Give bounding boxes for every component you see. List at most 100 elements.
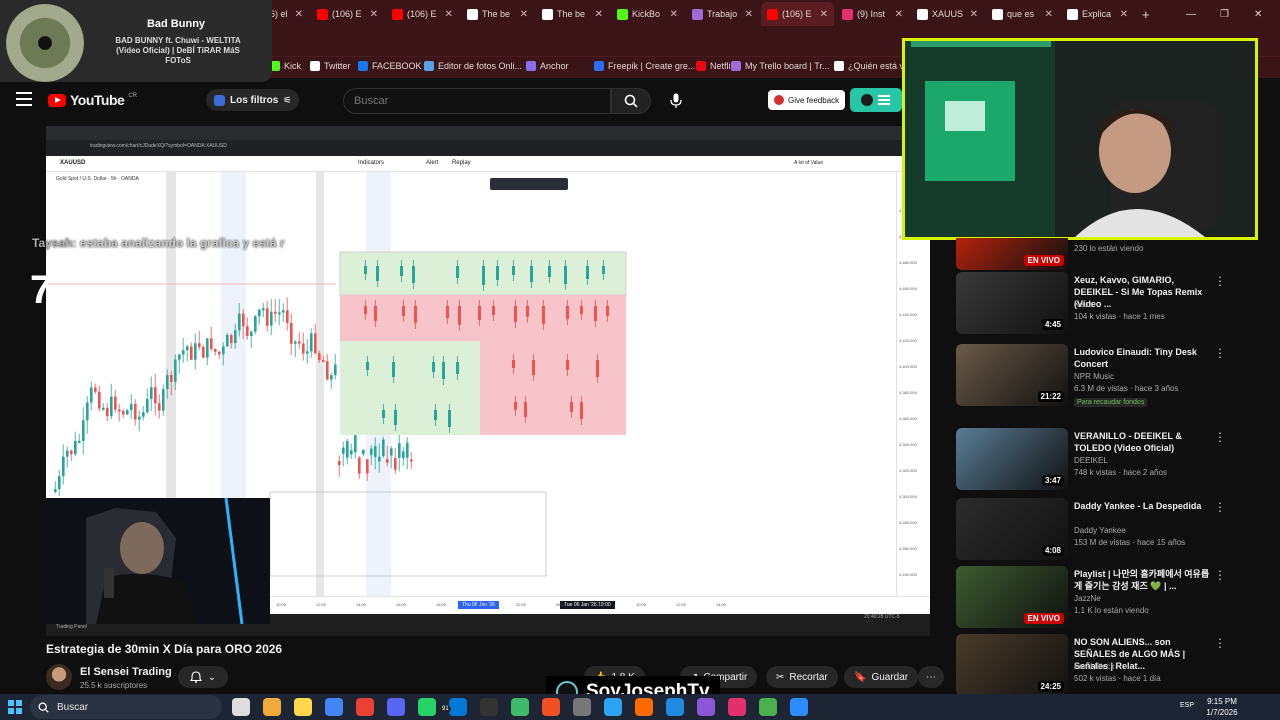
recommendation-title[interactable]: Playlist | 나만의 홈카페에서 여유롭게 즐기는 감성 재즈 💚 | … [1074, 568, 1210, 592]
recommendation-channel[interactable]: Farid Dieck [1074, 662, 1114, 671]
clip-button[interactable]: ✂ Recortar [766, 666, 838, 688]
recommendation-thumbnail[interactable]: 4:08 [956, 498, 1068, 560]
tab-close-icon[interactable]: ✕ [520, 9, 528, 20]
more-options-icon[interactable]: ⋮ [1214, 636, 1226, 650]
recommendation-title[interactable]: VERANILLO - DEEIKEL & TOLEDO (Video Ofic… [1074, 430, 1210, 454]
browser-tab[interactable]: (9) Inst ✕ [836, 2, 909, 26]
recommendation-item[interactable]: 4:45 Xeuz, Kavvo, GIMARIO, DEEIKEL - Si M… [956, 272, 1256, 336]
browser-tab[interactable]: (106) E ✕ [311, 2, 384, 26]
taskbar-app-icon[interactable] [542, 698, 560, 716]
taskbar-clock[interactable]: 9:15 PM 1/7/2026 [1200, 696, 1244, 718]
tab-close-icon[interactable]: ✕ [745, 9, 753, 20]
save-button[interactable]: 🔖 Guardar [844, 666, 919, 688]
tab-close-icon[interactable]: ✕ [1045, 9, 1053, 20]
channel-avatar[interactable] [46, 664, 72, 690]
taskbar-app-icon[interactable] [294, 698, 312, 716]
more-actions-button[interactable]: ⋯ [918, 666, 944, 688]
bookmark-item[interactable]: ¿Quién está vie [834, 61, 911, 71]
taskbar-search[interactable]: Buscar [30, 695, 222, 719]
browser-tab[interactable]: The be ✕ [536, 2, 609, 26]
taskbar-app-icon[interactable] [232, 698, 250, 716]
tab-close-icon[interactable]: ✕ [670, 9, 678, 20]
browser-tab[interactable]: Explica ✕ [1061, 2, 1134, 26]
tab-close-icon[interactable]: ✕ [820, 9, 828, 20]
bookmark-item[interactable]: Netflix [696, 61, 735, 71]
menu-icon[interactable] [16, 92, 32, 106]
recommendation-item[interactable]: EN VIVO 230 lo están viendo [956, 238, 1256, 270]
recommendation-thumbnail[interactable]: EN VIVO [956, 238, 1068, 270]
more-options-icon[interactable]: ⋮ [1214, 500, 1226, 514]
taskbar-app-icon[interactable] [728, 698, 746, 716]
voice-search-button[interactable] [662, 88, 690, 114]
recommendation-item[interactable]: 24:25 NO SON ALIENS... son SEÑALES de ALG… [956, 634, 1256, 698]
recommendation-title[interactable]: Ludovico Einaudi: Tiny Desk Concert [1074, 346, 1210, 370]
close-window-button[interactable]: ✕ [1248, 2, 1268, 26]
recommendation-item[interactable]: 3:47 VERANILLO - DEEIKEL & TOLEDO (Video … [956, 428, 1256, 492]
channel-name[interactable]: El Sensei Trading [80, 666, 172, 678]
recommendation-thumbnail[interactable]: EN VIVO [956, 566, 1068, 628]
tab-close-icon[interactable]: ✕ [970, 9, 978, 20]
recommendation-channel[interactable]: JazzNe [1074, 594, 1101, 603]
recommendation-thumbnail[interactable]: 21:22 [956, 344, 1068, 406]
taskbar-app-icon[interactable] [356, 698, 374, 716]
recommendation-channel[interactable]: DEEIKEL [1074, 456, 1108, 465]
bookmark-item[interactable]: Editor de fotos Onli... [424, 61, 522, 71]
taskbar-app-icon[interactable] [759, 698, 777, 716]
more-options-icon[interactable]: ⋮ [1214, 274, 1226, 288]
taskbar-app-icon[interactable] [604, 698, 622, 716]
bookmark-item[interactable]: My Trello board | Tr... [731, 61, 829, 71]
youtube-logo[interactable]: YouTube CR [48, 92, 137, 108]
bookmark-item[interactable]: Kick [270, 61, 301, 71]
maximize-button[interactable]: ❐ [1214, 2, 1235, 26]
recommendation-item[interactable]: 4:08 Daddy Yankee - La Despedida Daddy Yan… [956, 498, 1256, 562]
recommendation-item[interactable]: 21:22 Ludovico Einaudi: Tiny Desk Concert… [956, 344, 1256, 408]
browser-tab[interactable]: que es ✕ [986, 2, 1059, 26]
taskbar-app-icon[interactable] [387, 698, 405, 716]
subscription-bell-button[interactable]: ⌄ [178, 666, 228, 688]
tab-close-icon[interactable]: ✕ [295, 9, 303, 20]
bookmark-item[interactable]: FACEBOOK [358, 61, 422, 71]
tab-close-icon[interactable]: ✕ [1120, 9, 1128, 20]
bookmark-item[interactable]: Anchor [526, 61, 569, 71]
recommendation-item[interactable]: EN VIVO Playlist | 나만의 홈카페에서 여유롭게 즐기는 감성 … [956, 566, 1256, 630]
recommendation-channel[interactable]: Daddy Yankee [1074, 526, 1126, 535]
more-options-icon[interactable]: ⋮ [1214, 346, 1226, 360]
language-indicator[interactable]: ESP [1180, 702, 1194, 709]
recommendation-title[interactable]: Xeuz, Kavvo, GIMARIO, DEEIKEL - Si Me To… [1074, 274, 1210, 310]
recommendation-thumbnail[interactable]: 24:25 [956, 634, 1068, 696]
filters-button[interactable]: Los filtros ⚟ [206, 89, 300, 111]
tab-close-icon[interactable]: ✕ [370, 9, 378, 20]
recommendation-channel[interactable]: NPR Music [1074, 372, 1114, 381]
search-button[interactable] [611, 88, 651, 114]
now-playing-widget[interactable]: Bad Bunny BAD BUNNY ft. Chuwi - WELTITA … [0, 0, 272, 82]
taskbar-app-icon[interactable] [325, 698, 343, 716]
recommendation-title[interactable]: Daddy Yankee - La Despedida [1074, 500, 1210, 512]
minimize-button[interactable]: — [1180, 2, 1202, 26]
taskbar-app-icon[interactable] [573, 698, 591, 716]
recommendation-thumbnail[interactable]: 4:45 [956, 272, 1068, 334]
browser-tab[interactable]: XAUUS ✕ [911, 2, 984, 26]
taskbar-app-icon[interactable] [635, 698, 653, 716]
taskbar-app-icon[interactable] [449, 698, 467, 716]
browser-tab[interactable]: (106) E ✕ [386, 2, 459, 26]
taskbar-app-icon[interactable] [263, 698, 281, 716]
tab-close-icon[interactable]: ✕ [595, 9, 603, 20]
taskbar-app-icon[interactable] [697, 698, 715, 716]
taskbar-app-icon[interactable] [480, 698, 498, 716]
start-button[interactable] [8, 700, 22, 714]
search-input[interactable] [343, 88, 611, 114]
bookmark-item[interactable]: Twitter [310, 61, 351, 71]
recommendation-thumbnail[interactable]: 3:47 [956, 428, 1068, 490]
new-tab-button[interactable]: + [1136, 2, 1156, 26]
browser-tab[interactable]: The be ✕ [461, 2, 534, 26]
browser-tab[interactable]: (106) E ✕ [761, 2, 834, 26]
taskbar-app-icon[interactable] [790, 698, 808, 716]
tab-close-icon[interactable]: ✕ [445, 9, 453, 20]
taskbar-app-icon[interactable] [666, 698, 684, 716]
bookmark-item[interactable]: Freepik | Create gre... [594, 61, 695, 71]
give-feedback-button[interactable]: Give feedback [768, 90, 846, 110]
more-options-icon[interactable]: ⋮ [1214, 430, 1226, 444]
browser-tab[interactable]: KickBo ✕ [611, 2, 684, 26]
taskbar-app-icon[interactable] [418, 698, 436, 716]
recommendation-channel[interactable]: Xeuz [1074, 300, 1092, 309]
